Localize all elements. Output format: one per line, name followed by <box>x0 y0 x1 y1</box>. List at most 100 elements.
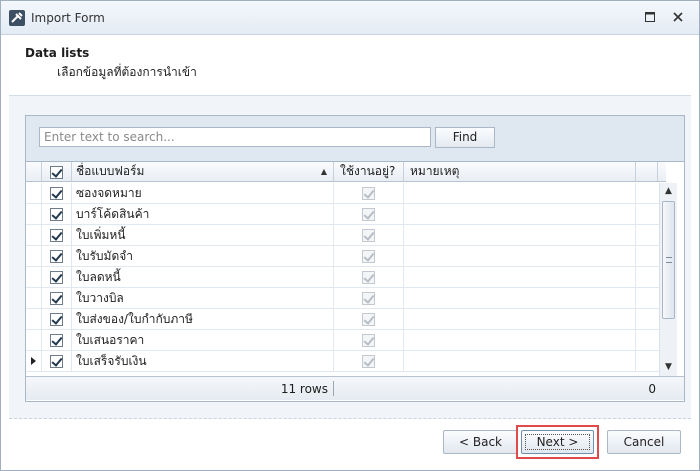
form-name-cell: ใบลดหนี้ <box>72 267 334 288</box>
in-use-cell <box>334 267 404 288</box>
column-header-name-label: ชื่อแบบฟอร์ม <box>76 164 145 178</box>
in-use-checkbox <box>362 313 375 326</box>
column-header-blank <box>636 162 658 181</box>
blank-cell <box>636 225 658 246</box>
table-row[interactable]: ใบเสนอราคา <box>26 330 666 351</box>
in-use-checkbox <box>362 355 375 368</box>
blank-cell <box>636 288 658 309</box>
in-use-cell <box>334 351 404 372</box>
select-all-checkbox[interactable] <box>50 166 63 179</box>
find-button[interactable]: Find <box>435 127 495 148</box>
title-bar: Import Form <box>1 1 699 35</box>
note-cell <box>404 288 636 309</box>
cancel-button[interactable]: Cancel <box>607 430 681 454</box>
form-name-cell: ซองจดหมาย <box>72 183 334 204</box>
table-row[interactable]: ใบลดหนี้ <box>26 267 666 288</box>
row-select-checkbox[interactable] <box>50 271 63 284</box>
note-cell <box>404 225 636 246</box>
row-indicator <box>26 330 42 351</box>
row-select-cell[interactable] <box>42 225 72 246</box>
table-row[interactable]: ใบวางบิล <box>26 288 666 309</box>
row-select-checkbox[interactable] <box>50 229 63 242</box>
note-cell <box>404 183 636 204</box>
blank-cell <box>636 246 658 267</box>
table-row[interactable]: ใบรับมัดจำ <box>26 246 666 267</box>
blank-cell <box>636 183 658 204</box>
row-select-cell[interactable] <box>42 330 72 351</box>
row-select-cell[interactable] <box>42 204 72 225</box>
row-select-cell[interactable] <box>42 267 72 288</box>
search-input[interactable] <box>39 127 431 147</box>
close-button[interactable] <box>669 9 687 25</box>
sort-ascending-icon: ▲ <box>320 167 327 176</box>
row-indicator <box>26 267 42 288</box>
table-row[interactable]: บาร์โค้ดสินค้า <box>26 204 666 225</box>
select-all-header[interactable] <box>42 162 72 181</box>
row-select-cell[interactable] <box>42 246 72 267</box>
table-row[interactable]: ใบเสร็จรับเงิน <box>26 351 666 372</box>
row-select-checkbox[interactable] <box>50 292 63 305</box>
form-name-cell: ใบเพิ่มหนี้ <box>72 225 334 246</box>
column-header-name[interactable]: ชื่อแบบฟอร์ม ▲ <box>72 162 334 181</box>
in-use-cell <box>334 183 404 204</box>
row-select-cell[interactable] <box>42 183 72 204</box>
data-list-panel: Find ชื่อแบบฟอร์ม ▲ ใช้งานอยู่? หมายเหตุ <box>25 115 685 402</box>
row-indicator <box>26 204 42 225</box>
row-select-checkbox[interactable] <box>50 334 63 347</box>
row-select-checkbox[interactable] <box>50 187 63 200</box>
in-use-cell <box>334 246 404 267</box>
scrollbar-thumb[interactable] <box>662 201 675 319</box>
scroll-up-arrow-icon[interactable]: ▲ <box>660 183 677 200</box>
row-select-checkbox[interactable] <box>50 208 63 221</box>
next-button-highlight <box>516 425 599 459</box>
note-cell <box>404 267 636 288</box>
table-row[interactable]: ใบส่งของ/ใบกำกับภาษี <box>26 309 666 330</box>
table-row[interactable]: ใบเพิ่มหนี้ <box>26 225 666 246</box>
row-select-checkbox[interactable] <box>50 355 63 368</box>
row-indicator <box>26 225 42 246</box>
column-header-in-use[interactable]: ใช้งานอยู่? <box>334 162 404 181</box>
form-name-cell: ใบส่งของ/ใบกำกับภาษี <box>72 309 334 330</box>
window-title: Import Form <box>31 11 105 25</box>
form-name-cell: ใบรับมัดจำ <box>72 246 334 267</box>
in-use-cell <box>334 225 404 246</box>
row-indicator <box>26 246 42 267</box>
in-use-checkbox <box>362 250 375 263</box>
footer-divider <box>333 381 334 396</box>
vertical-scrollbar[interactable]: ▲ ▼ <box>659 183 677 376</box>
in-use-checkbox <box>362 292 375 305</box>
grid-footer: 11 rows 0 <box>26 376 684 400</box>
current-row-arrow-icon <box>31 357 36 365</box>
row-indicator <box>26 288 42 309</box>
form-name-cell: ใบเสนอราคา <box>72 330 334 351</box>
row-select-checkbox[interactable] <box>50 250 63 263</box>
scrollbar-grip-icon <box>666 257 672 263</box>
in-use-checkbox <box>362 229 375 242</box>
app-tools-icon <box>9 10 25 26</box>
row-select-cell[interactable] <box>42 309 72 330</box>
forms-grid: ชื่อแบบฟอร์ม ▲ ใช้งานอยู่? หมายเหตุ ซองจ… <box>26 161 684 401</box>
row-select-cell[interactable] <box>42 288 72 309</box>
wizard-header: Data lists เลือกข้อมูลที่ต้องการนำเข้า <box>9 35 691 95</box>
in-use-checkbox <box>362 208 375 221</box>
blank-cell <box>636 309 658 330</box>
in-use-cell <box>334 330 404 351</box>
column-header-note[interactable]: หมายเหตุ <box>404 162 636 181</box>
row-select-cell[interactable] <box>42 351 72 372</box>
table-row[interactable]: ซองจดหมาย <box>26 183 666 204</box>
in-use-checkbox <box>362 187 375 200</box>
row-select-checkbox[interactable] <box>50 313 63 326</box>
note-cell <box>404 330 636 351</box>
indicator-header <box>26 162 42 181</box>
wizard-body: Find ชื่อแบบฟอร์ม ▲ ใช้งานอยู่? หมายเหตุ <box>9 95 691 419</box>
note-cell <box>404 246 636 267</box>
restore-button[interactable] <box>641 9 659 25</box>
header-title: Data lists <box>25 46 90 60</box>
blank-cell <box>636 204 658 225</box>
form-name-cell: ใบเสร็จรับเงิน <box>72 351 334 372</box>
in-use-checkbox <box>362 334 375 347</box>
restore-icon <box>645 12 655 22</box>
form-name-cell: บาร์โค้ดสินค้า <box>72 204 334 225</box>
back-button[interactable]: < Back <box>443 430 518 454</box>
scroll-down-arrow-icon[interactable]: ▼ <box>660 359 677 376</box>
